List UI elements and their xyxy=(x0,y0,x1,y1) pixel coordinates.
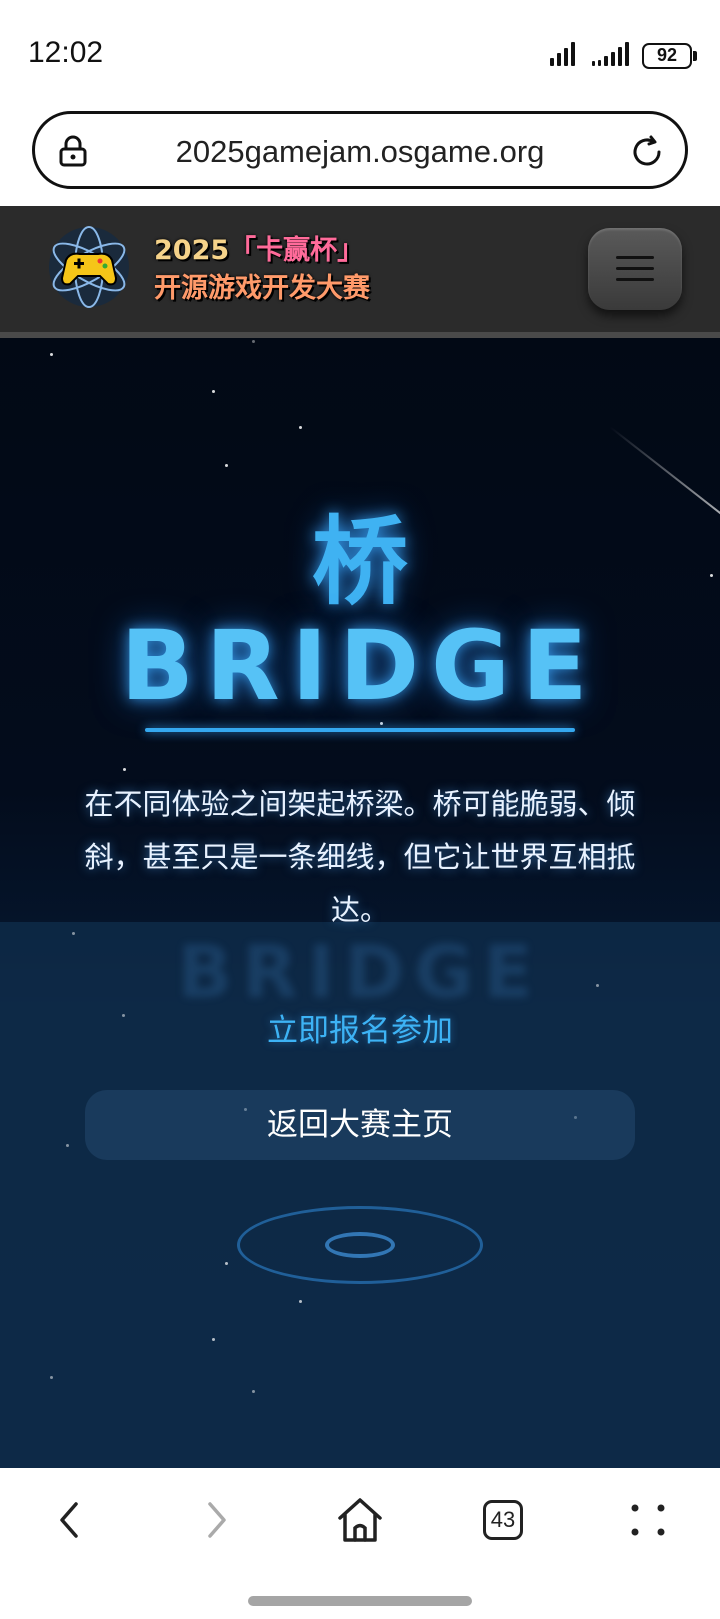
hero-section: 桥 BRIDGE 在不同体验之间架起桥梁。桥可能脆弱、倾斜，甚至只是一条细线，但… xyxy=(0,338,720,1468)
home-indicator[interactable] xyxy=(248,1596,472,1606)
browser-bottom-nav: 43 xyxy=(0,1468,720,1619)
battery-level: 92 xyxy=(656,45,678,65)
reload-icon[interactable] xyxy=(629,134,665,170)
back-to-contest-home-button[interactable]: 返回大赛主页 xyxy=(85,1090,635,1160)
signal-icon xyxy=(550,40,575,66)
theme-tagline: 在不同体验之间架起桥梁。桥可能脆弱、倾斜，甚至只是一条细线，但它让世界互相抵达。 xyxy=(84,787,636,927)
status-bar: 12:02 92 xyxy=(0,0,720,105)
ghost-title-reflection: BRIDGE xyxy=(177,930,543,1014)
more-icon[interactable] xyxy=(618,1490,678,1550)
signal-icon xyxy=(592,40,629,66)
status-time: 12:02 xyxy=(28,36,104,69)
logo-year: 2025 xyxy=(154,235,230,266)
logo-subtitle: 开源游戏开发大赛 xyxy=(154,273,370,304)
logo-title: 2025「卡赢杯」 xyxy=(154,228,364,267)
register-link[interactable]: 立即报名参加 xyxy=(0,1005,720,1050)
title-chinese: 桥 xyxy=(312,506,408,618)
title-english: BRIDGE xyxy=(120,610,600,722)
battery-icon: 92 xyxy=(642,43,697,69)
hamburger-menu-icon[interactable] xyxy=(588,228,682,310)
back-icon[interactable] xyxy=(40,1490,100,1550)
site-header: 2025「卡赢杯」 开源游戏开发大赛 xyxy=(0,206,720,338)
gamepad-logo-icon[interactable] xyxy=(44,222,134,312)
url-text[interactable]: 2025gamejam.osgame.org xyxy=(115,134,605,170)
title-underline xyxy=(145,728,575,732)
forward-icon[interactable] xyxy=(186,1490,246,1550)
tabs-icon[interactable]: 43 xyxy=(474,1490,534,1550)
logo-cup: 「卡赢杯」 xyxy=(229,235,365,266)
home-icon[interactable] xyxy=(330,1490,390,1550)
tabs-count: 43 xyxy=(483,1500,523,1540)
address-bar[interactable]: 2025gamejam.osgame.org xyxy=(32,111,688,189)
portal-ring-inner xyxy=(325,1232,395,1258)
lock-icon xyxy=(59,135,87,167)
